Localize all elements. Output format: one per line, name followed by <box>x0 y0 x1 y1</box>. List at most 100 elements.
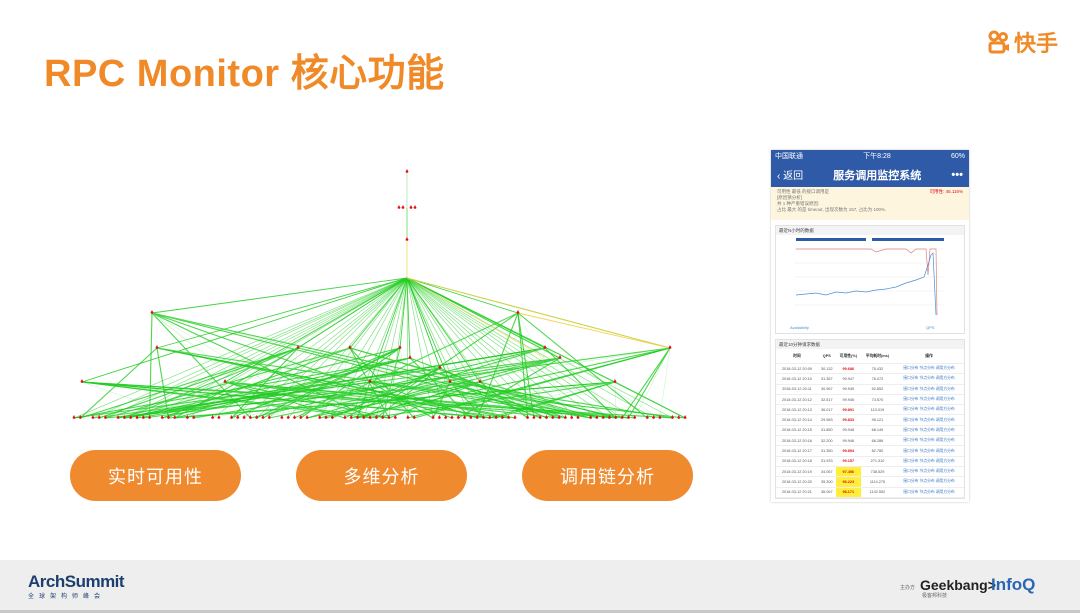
table-cell-availability: 99.894 <box>835 445 861 457</box>
table-cell-cost: 113.019 <box>860 404 894 416</box>
table-cell-time: 2018-03-12 20:13 <box>776 404 818 416</box>
alert-notice: 可用性 最低 的接口调用是 可用性: 45.116% [原因猜分析] 共 1 种… <box>771 187 969 220</box>
graph-edge <box>614 381 617 419</box>
table-cell-time: 2018-03-12 20:20 <box>776 476 818 488</box>
table-cell-qps: 31.367 <box>817 373 836 385</box>
table-cell-time: 2018-03-12 20:17 <box>776 445 818 457</box>
feature-realtime-availability[interactable]: 实时可用性 <box>70 450 241 501</box>
graph-node <box>397 205 401 209</box>
table-cell-qps: 31.350 <box>817 445 836 457</box>
table-row: 2018-03-12 20:18 31.933 99.157 271.310 接口分布 … <box>776 456 964 467</box>
table-cell-ops[interactable]: 接口分布 节点分布 调用方分布 <box>893 373 964 385</box>
availability-chart-panel: 最近N小时的数据 Availability QPS <box>775 225 965 334</box>
col-availability: 可用性(%) <box>835 349 861 364</box>
table-cell-cost: 1142.552 <box>860 487 894 498</box>
feature-call-chain-analysis[interactable]: 调用链分析 <box>522 450 693 501</box>
table-cell-time: 2018-03-12 20:14 <box>776 414 818 426</box>
table-cell-time: 2018-03-12 20:16 <box>776 435 818 447</box>
table-cell-qps: 36.067 <box>817 487 836 498</box>
table-row: 2018-03-12 20:13 36.017 99.891 113.019 接口分布 … <box>776 404 964 416</box>
feature-multi-dimension-analysis[interactable]: 多维分析 <box>296 450 467 501</box>
table-cell-ops[interactable]: 接口分布 节点分布 调用方分布 <box>893 384 964 395</box>
table-cell-ops[interactable]: 接口分布 节点分布 调用方分布 <box>893 487 964 498</box>
table-row: 2018-03-12 20:14 29.983 99.833 95.121 接口分布 节… <box>776 414 964 426</box>
chart-legend-qps: QPS <box>926 325 935 330</box>
table-cell-availability: 96.223 <box>835 476 861 488</box>
back-button[interactable]: ‹ 返回 <box>777 167 803 182</box>
graph-edge <box>559 357 623 419</box>
table-cell-time: 2018-03-12 20:11 <box>776 384 818 395</box>
table-row: 2018-03-12 20:16 32.200 99.946 66.286 接口分布 节… <box>776 435 964 447</box>
battery-label: 60% <box>950 152 965 160</box>
graph-edge <box>149 312 153 419</box>
col-ops: 操作 <box>893 349 964 364</box>
recent-data-table: 时间 QPS 可用性(%) 平均耗时(ms) 操作 2018-03-12 20:… <box>776 349 964 498</box>
recent-data-table-panel: 最近10分钟请求数据 时间 QPS 可用性(%) 平均耗时(ms) 操作 201… <box>775 339 965 499</box>
table-row: 2018-03-12 20:19 34.067 97.456 738.529 接口分布 … <box>776 466 964 478</box>
graph-node <box>409 205 413 209</box>
table-cell-time: 2018-03-12 20:21 <box>776 487 818 498</box>
table-cell-cost: 52.852 <box>860 384 894 395</box>
col-qps: QPS <box>817 349 836 364</box>
table-cell-cost: 73.570 <box>860 394 894 406</box>
table-cell-cost: 1114.275 <box>860 476 894 488</box>
table-cell-cost: 66.286 <box>860 435 894 447</box>
chart-panel-title: 最近N小时的数据 <box>776 226 964 235</box>
geekbang-logo: Geekbang>. <box>920 577 1000 593</box>
graph-node <box>405 237 409 241</box>
conference-name: ArchSummit <box>28 572 125 591</box>
table-cell-time: 2018-03-12 20:15 <box>776 425 818 437</box>
table-cell-time: 2018-03-12 20:09 <box>776 363 818 375</box>
kuaishou-camera-icon <box>988 30 1010 54</box>
table-cell-time: 2018-03-12 20:19 <box>776 466 818 478</box>
table-cell-availability: 99.946 <box>835 394 861 406</box>
table-row: 2018-03-12 20:15 31.850 99.948 68.149 接口分布 节… <box>776 425 964 437</box>
table-cell-ops[interactable]: 接口分布 节点分布 调用方分布 <box>893 425 964 437</box>
table-cell-ops[interactable]: 接口分布 节点分布 调用方分布 <box>893 404 964 416</box>
table-cell-time: 2018-03-12 20:12 <box>776 394 818 406</box>
table-row: 2018-03-12 20:11 30.967 99.945 52.852 接口分布 节… <box>776 384 964 395</box>
table-cell-ops[interactable]: 接口分布 节点分布 调用方分布 <box>893 445 964 457</box>
conference-subtitle: 全球架构师峰会 <box>28 594 106 600</box>
graph-node <box>401 205 405 209</box>
graph-node <box>513 415 517 419</box>
geekbang-subtitle: 极客邦科技 <box>922 593 948 599</box>
table-cell-cost: 76.472 <box>860 373 894 385</box>
table-cell-ops[interactable]: 接口分布 节点分布 调用方分布 <box>893 456 964 467</box>
table-row: 2018-03-12 20:10 31.367 99.947 76.472 接口分布 节… <box>776 373 964 385</box>
table-cell-ops[interactable]: 接口分布 节点分布 调用方分布 <box>893 476 964 488</box>
more-menu-button[interactable]: ••• <box>951 169 963 181</box>
screen-title: 服务调用监控系统 <box>833 169 922 182</box>
table-cell-cost: 82.780 <box>860 445 894 457</box>
phone-nav-bar: ‹ 返回 服务调用监控系统 ••• <box>771 162 969 187</box>
table-row: 2018-03-12 20:12 32.517 99.946 73.570 接口分布 节… <box>776 394 964 406</box>
table-cell-ops[interactable]: 接口分布 节点分布 调用方分布 <box>893 435 964 447</box>
graph-node <box>406 415 410 419</box>
col-time: 时间 <box>776 349 818 364</box>
graph-edge <box>73 277 408 419</box>
brand-name: 快手 <box>1013 31 1058 56</box>
table-cell-availability: 99.157 <box>835 456 861 467</box>
footer-bar <box>0 560 1080 613</box>
clock-label: 下午8:28 <box>863 153 891 160</box>
table-cell-cost: 271.310 <box>860 456 894 467</box>
col-avg-cost: 平均耗时(ms) <box>860 349 894 364</box>
table-cell-availability: 99.833 <box>835 414 861 426</box>
table-cell-availability: 99.948 <box>835 425 861 437</box>
availability-qps-chart: Availability QPS <box>790 238 944 330</box>
table-row: 2018-03-12 20:21 36.067 98.171 1142.552 接口分布… <box>776 487 964 498</box>
table-cell-qps: 36.017 <box>817 404 836 416</box>
table-row: 2018-03-12 20:20 35.300 96.223 1114.275 接口分布… <box>776 476 964 488</box>
table-cell-ops[interactable]: 接口分布 节点分布 调用方分布 <box>893 414 964 426</box>
table-cell-qps: 32.200 <box>817 435 836 447</box>
table-cell-ops[interactable]: 接口分布 节点分布 调用方分布 <box>893 363 964 375</box>
table-cell-qps: 34.067 <box>817 466 836 478</box>
table-cell-availability: 99.947 <box>835 373 861 385</box>
table-cell-time: 2018-03-12 20:18 <box>776 456 818 467</box>
table-cell-ops[interactable]: 接口分布 节点分布 调用方分布 <box>893 466 964 478</box>
graph-node <box>413 205 417 209</box>
table-row: 2018-03-12 20:17 31.350 99.894 82.780 接口分布 节… <box>776 445 964 457</box>
table-cell-ops[interactable]: 接口分布 节点分布 调用方分布 <box>893 394 964 406</box>
table-cell-cost: 738.529 <box>860 466 894 478</box>
table-cell-availability: 98.171 <box>835 487 861 498</box>
